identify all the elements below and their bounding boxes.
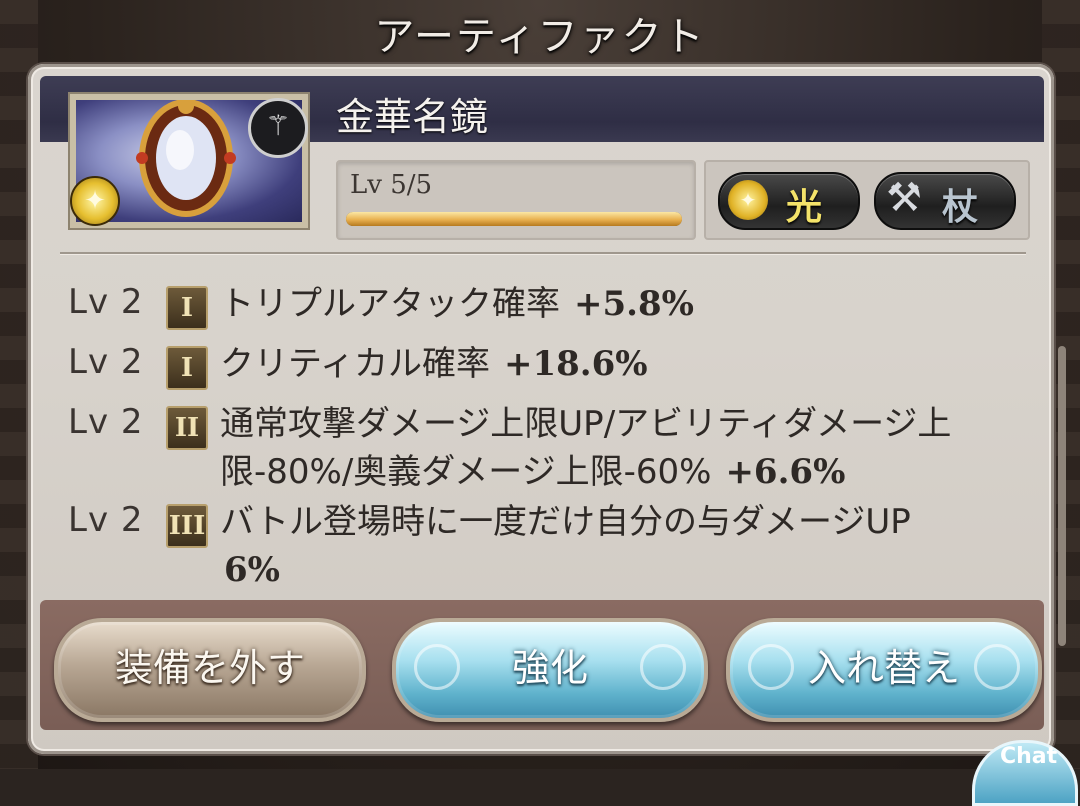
button-ornament-right bbox=[640, 644, 686, 690]
skill-rank-badge: II bbox=[166, 406, 208, 450]
skill-value: +18.6% bbox=[503, 344, 648, 384]
chat-button-label: Chat bbox=[1000, 744, 1058, 769]
window-title: アーティファクト bbox=[374, 14, 706, 60]
skill-rank-badge: I bbox=[166, 286, 208, 330]
skill-level: Lv 2 bbox=[68, 282, 144, 322]
section-divider bbox=[60, 252, 1026, 254]
swap-button[interactable]: 入れ替え bbox=[726, 618, 1042, 722]
staff-icon: ⚚ bbox=[248, 98, 308, 158]
skill-level: Lv 2 bbox=[68, 402, 144, 442]
unequip-button-label: 装備を外す bbox=[114, 646, 305, 690]
button-ornament-right bbox=[974, 644, 1020, 690]
skill-text: バトル登場時に一度だけ自分の与ダメージUP bbox=[220, 502, 911, 542]
level-progress-fill bbox=[346, 212, 682, 226]
swap-button-label: 入れ替え bbox=[807, 646, 960, 690]
skill-value: 6% bbox=[224, 550, 280, 590]
skill-level: Lv 2 bbox=[68, 500, 144, 540]
weapon-type-tag: ⚒ 杖 bbox=[874, 172, 1016, 230]
skill-value: +5.8% bbox=[574, 284, 694, 324]
skill-text: トリプルアタック確率 bbox=[220, 284, 560, 324]
skill-value: +6.6% bbox=[725, 452, 846, 492]
enhance-button[interactable]: 強化 bbox=[392, 618, 708, 722]
light-element-icon: ✦ bbox=[728, 180, 768, 220]
element-tag-label: 光 bbox=[786, 187, 823, 228]
enhance-button-label: 強化 bbox=[511, 646, 588, 690]
skill-level: Lv 2 bbox=[68, 342, 144, 382]
skill-description: クリティカル確率 +18.6% bbox=[220, 340, 1020, 388]
artifact-name: 金華名鏡 bbox=[336, 95, 489, 139]
skill-text: クリティカル確率 bbox=[220, 344, 490, 384]
skill-description: トリプルアタック確率 +5.8% bbox=[220, 280, 1020, 328]
light-element-icon bbox=[70, 176, 120, 226]
unequip-button[interactable]: 装備を外す bbox=[54, 618, 366, 722]
skill-rank-badge: III bbox=[166, 504, 208, 548]
element-tag: ✦ 光 bbox=[718, 172, 860, 230]
button-ornament-left bbox=[748, 644, 794, 690]
scrollbar[interactable] bbox=[1058, 346, 1066, 646]
weapon-type-tag-label: 杖 bbox=[942, 187, 979, 228]
skill-description: バトル登場時に一度だけ自分の与ダメージUP 6% bbox=[220, 498, 1020, 594]
staff-icon: ⚒ bbox=[886, 175, 922, 221]
button-ornament-left bbox=[414, 644, 460, 690]
skill-rank-badge: I bbox=[166, 346, 208, 390]
skill-description: 通常攻撃ダメージ上限UP/アビリティダメージ上限-80%/奥義ダメージ上限-60… bbox=[220, 400, 1020, 496]
level-progress-bar bbox=[346, 212, 682, 226]
level-label: Lv 5/5 bbox=[350, 170, 433, 200]
